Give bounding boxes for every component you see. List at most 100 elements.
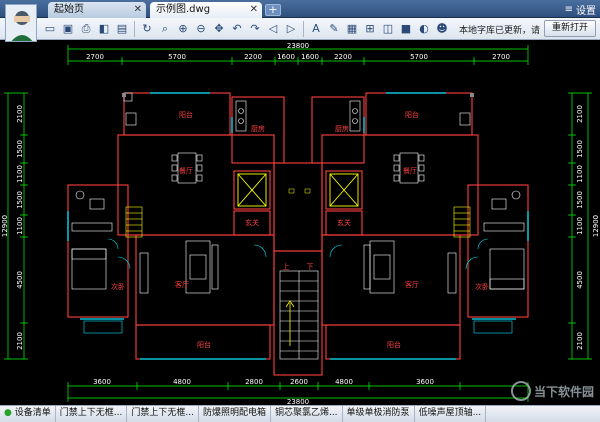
room-label-balcony: 阳台 [197, 340, 211, 349]
toolbar-icons: ▭ ▣ ⎙ ◧ ▤ ↻ ⌕ ⊕ ⊖ ✥ ↶ ↷ ◁ ▷ A ✎ ▦ ⊞ ◫ ■ … [42, 21, 450, 37]
bottom-tab[interactable]: 门禁上下无框... [56, 406, 128, 422]
bottom-tab-label: 单级单极消防泵 [346, 408, 410, 418]
dimension-bottom: 2600 [290, 378, 308, 386]
bottom-tab-label: 低噪声屋顶轴... [418, 408, 482, 418]
measure-icon[interactable]: ⊞ [362, 21, 378, 37]
toolbar-separator [303, 21, 304, 37]
dimension-top: 5700 [168, 53, 186, 61]
color-icon[interactable]: ◐ [416, 21, 432, 37]
room-label-living: 客厅 [175, 280, 189, 289]
dimension-left: 1500 [16, 140, 24, 158]
dimension-top: 2200 [334, 53, 352, 61]
watermark: 当下软件园 [510, 381, 594, 401]
room-label-balcony: 阳台 [179, 110, 193, 119]
compare-icon[interactable]: ◫ [380, 21, 396, 37]
user-icon[interactable]: ☻ [434, 21, 450, 37]
watermark-text: 当下软件园 [533, 384, 594, 399]
room-label-living: 客厅 [405, 280, 419, 289]
bottom-tab-label: 门禁上下无框... [59, 408, 123, 418]
dimension-left: 2100 [16, 332, 24, 350]
bottom-tab[interactable]: 门禁上下无框... [127, 406, 199, 422]
window-controls: ≡ 设置 [565, 1, 596, 17]
tab-file-label: 示例图.dwg [156, 4, 211, 15]
dimension-total-right: 12900 [592, 215, 600, 237]
font-library-status: 本地字库已更新，请 [458, 26, 540, 36]
pan-icon[interactable]: ✥ [211, 21, 227, 37]
open-icon[interactable]: ▭ [42, 21, 58, 37]
layer-icon[interactable]: ▦ [344, 21, 360, 37]
drawing-canvas[interactable]: 23800 2700 5700 2200 1600 1600 2200 5700 2700 360… [0, 41, 600, 405]
dimension-total-top: 23800 [287, 42, 309, 50]
close-icon[interactable]: ✕ [250, 2, 258, 17]
stair-label-up: 上 [283, 262, 290, 271]
dimension-top: 5700 [410, 53, 428, 61]
export-icon[interactable]: ▤ [114, 21, 130, 37]
room-label-entry: 玄关 [337, 218, 351, 227]
zoom-in-icon[interactable]: ⊕ [175, 21, 191, 37]
dimension-top: 1600 [301, 53, 319, 61]
dimension-total-left: 12900 [1, 215, 9, 237]
zoom-window-icon[interactable]: ⌕ [157, 21, 173, 37]
dimension-left: 2100 [16, 105, 24, 123]
bottom-tab-label: 铜芯聚氯乙烯... [274, 408, 338, 418]
close-icon[interactable]: ✕ [134, 2, 142, 17]
reopen-button[interactable]: 重新打开 [544, 20, 596, 37]
room-label-entry: 玄关 [245, 218, 259, 227]
background-icon[interactable]: ■ [398, 21, 414, 37]
dimension-bottom: 4800 [173, 378, 191, 386]
save-icon[interactable]: ▣ [60, 21, 76, 37]
bottom-tab[interactable]: 铜芯聚氯乙烯... [271, 406, 343, 422]
bottom-tab[interactable]: 单级单极消防泵 [343, 406, 415, 422]
room-label-balcony: 阳台 [405, 110, 419, 119]
dimension-right: 2100 [576, 332, 584, 350]
edit-icon[interactable]: ✎ [326, 21, 342, 37]
dimension-left: 4500 [16, 271, 24, 289]
stair-label-down: 下 [307, 263, 314, 271]
bottom-tab[interactable]: 防爆照明配电箱 [199, 406, 271, 422]
bottom-tab[interactable]: ● 设备清单 [0, 406, 56, 422]
room-label-bedroom: 次卧 [111, 282, 125, 291]
bottom-tab-label: 防爆照明配电箱 [202, 408, 266, 418]
dimension-top: 1600 [277, 53, 295, 61]
dimension-right: 1100 [576, 217, 584, 235]
bottom-tab-label: 门禁上下无框... [131, 408, 194, 418]
settings-label[interactable]: 设置 [576, 2, 596, 17]
user-avatar[interactable] [5, 4, 37, 42]
tab-file[interactable]: 示例图.dwg ✕ [150, 2, 262, 18]
watermark-logo-icon [510, 381, 531, 401]
room-label-dining: 餐厅 [403, 166, 417, 175]
dimension-right: 1100 [576, 165, 584, 183]
tab-start-page[interactable]: 起始页 ✕ [48, 2, 146, 18]
dimension-bottom: 3600 [93, 378, 111, 386]
dimension-left: 1100 [16, 217, 24, 235]
previous-icon[interactable]: ◁ [265, 21, 281, 37]
dimension-top: 2700 [86, 53, 104, 61]
dimension-total-bottom: 23800 [287, 398, 309, 405]
bottom-tab[interactable]: 低噪声屋顶轴... [415, 406, 487, 422]
menu-icon[interactable]: ≡ [565, 4, 573, 15]
dimension-bottom: 4800 [335, 378, 353, 386]
room-label-kitchen: 厨房 [335, 124, 349, 133]
pdf-icon[interactable]: ◧ [96, 21, 112, 37]
bottom-tab-bar: ● 设备清单 门禁上下无框... 门禁上下无框... 防爆照明配电箱 铜芯聚氯乙… [0, 405, 600, 422]
user-avatar-icon [11, 11, 33, 41]
new-tab-button[interactable]: + [265, 4, 281, 16]
redo-icon[interactable]: ↷ [247, 21, 263, 37]
dimension-top: 2700 [492, 53, 510, 61]
dimension-bottom: 2800 [245, 378, 263, 386]
cad-viewer-window: 起始页 ✕ 示例图.dwg ✕ + ≡ 设置 ▭ ▣ ⎙ ◧ ▤ ↻ ⌕ ⊕ ⊖… [0, 0, 600, 422]
dimension-left: 1500 [16, 191, 24, 209]
zoom-out-icon[interactable]: ⊖ [193, 21, 209, 37]
floor-plan[interactable]: 23800 2700 5700 2200 1600 1600 2200 5700 2700 360… [0, 41, 600, 405]
dimension-right: 2100 [576, 105, 584, 123]
rotate-icon[interactable]: ↻ [139, 21, 155, 37]
print-icon[interactable]: ⎙ [78, 21, 94, 37]
undo-icon[interactable]: ↶ [229, 21, 245, 37]
room-label-kitchen: 厨房 [251, 124, 265, 133]
tab-start-label: 起始页 [54, 4, 84, 15]
dimension-bottom: 3600 [416, 378, 434, 386]
text-icon[interactable]: A [308, 21, 324, 37]
next-icon[interactable]: ▷ [283, 21, 299, 37]
tab-bar: 起始页 ✕ 示例图.dwg ✕ + ≡ 设置 [0, 0, 600, 42]
dimension-right: 1500 [576, 140, 584, 158]
